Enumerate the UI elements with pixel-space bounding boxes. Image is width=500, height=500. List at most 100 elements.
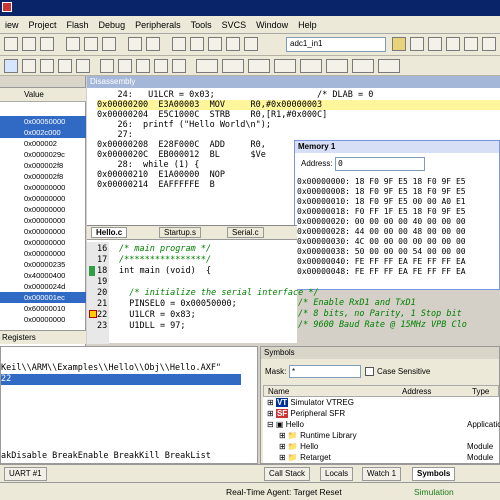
memory-line[interactable]: 0x00000048: FE FF FF EA FE FF FF EA [297, 267, 466, 277]
copy-icon[interactable] [84, 37, 98, 51]
serial-window-icon[interactable] [274, 59, 296, 73]
code-line[interactable]: U1LCR = 0x83; [119, 310, 196, 320]
disassembly-line[interactable]: 0x00000208 E28F000C ADD R0, [97, 140, 266, 150]
save-icon[interactable] [40, 37, 54, 51]
tab-call-stack[interactable]: Call Stack [264, 467, 311, 481]
command-window-icon[interactable] [118, 59, 132, 73]
register-row[interactable]: 0x00000000 [0, 314, 86, 325]
disassembly-line-current[interactable]: 0x00000200 E3A00003 MOV R0,#0x00000003 [97, 100, 500, 110]
tab-startup-s[interactable]: Startup.s [159, 227, 202, 238]
step-into-icon[interactable] [22, 59, 36, 73]
trace-window-icon[interactable] [326, 59, 348, 73]
register-row[interactable]: 0x000001ec [0, 292, 86, 303]
indent-icon[interactable] [226, 37, 240, 51]
memory-line[interactable]: 0x00000000: 18 F0 9F E5 18 F0 9F E5 [297, 177, 466, 187]
code-line[interactable]: /* main program */ [119, 244, 211, 254]
code-line[interactable]: PINSEL0 = 0x00050000; [119, 299, 236, 309]
menu-svcs[interactable]: SVCS [217, 20, 252, 30]
disassembly-line[interactable]: 0x0000020C EB000012 BL $Ve [97, 150, 266, 160]
memory-line[interactable]: 0x00000010: 18 F0 9F E5 00 00 A0 E1 [297, 197, 466, 207]
configure-icon[interactable] [446, 37, 460, 51]
tab-locals[interactable]: Locals [320, 467, 354, 481]
memory-line[interactable]: 0x00000018: F0 FF 1F E5 18 F0 9F E5 [297, 207, 466, 217]
run-icon[interactable] [428, 37, 442, 51]
address-column-header[interactable]: Address [402, 387, 431, 396]
tools-icon[interactable] [482, 37, 496, 51]
memory-window-icon[interactable] [248, 59, 270, 73]
unindent-icon[interactable] [244, 37, 258, 51]
code-line[interactable]: int main (void) { [119, 266, 211, 276]
value-column-header[interactable]: Value [24, 90, 44, 99]
code-line[interactable]: U1DLL = 97; [119, 321, 185, 331]
watch-window-icon[interactable] [222, 59, 244, 73]
memory-line[interactable]: 0x00000020: 00 00 00 00 40 00 00 00 [297, 217, 466, 227]
register-row[interactable]: 0x00000000 [0, 226, 86, 237]
bookmark-icon[interactable] [172, 37, 186, 51]
register-row[interactable]: 0x00000235 [0, 259, 86, 270]
register-row[interactable]: 0x0000029c [0, 149, 86, 160]
menu-project[interactable]: Project [24, 20, 62, 30]
register-row[interactable]: 0x000002 [0, 138, 86, 149]
disassembly-line[interactable]: 27: [97, 130, 132, 140]
find-in-files-icon[interactable] [392, 37, 406, 51]
register-row[interactable]: 0x00000000 [0, 182, 86, 193]
step-out-icon[interactable] [58, 59, 72, 73]
register-row[interactable]: 0x000002f8 [0, 160, 86, 171]
register-row[interactable]: 0x00000000 [0, 237, 86, 248]
paste-icon[interactable] [102, 37, 116, 51]
menu-view[interactable]: iew [0, 20, 24, 30]
case-sensitive-checkbox[interactable] [365, 367, 374, 376]
type-column-header[interactable]: Type [472, 387, 489, 396]
show-next-statement-icon[interactable] [100, 59, 114, 73]
find-next-icon[interactable] [208, 37, 222, 51]
open-file-icon[interactable] [22, 37, 36, 51]
mask-input[interactable]: * [289, 365, 361, 378]
analysis-window-icon[interactable] [300, 59, 322, 73]
disassembly-line[interactable]: 0x00000214 EAFFFFFE B [97, 180, 215, 190]
cut-icon[interactable] [66, 37, 80, 51]
step-over-icon[interactable] [40, 59, 54, 73]
tab-symbols[interactable]: Symbols [412, 467, 456, 481]
menu-peripherals[interactable]: Peripherals [130, 20, 186, 30]
register-row[interactable]: 0x00000000 [0, 193, 86, 204]
menu-tools[interactable]: Tools [186, 20, 217, 30]
registers-window-icon[interactable] [172, 59, 186, 73]
register-row[interactable]: 0x60000010 [0, 303, 86, 314]
call-stack-icon[interactable] [196, 59, 218, 73]
system-viewer-icon[interactable] [352, 59, 374, 73]
memory-line[interactable]: 0x00000038: 50 00 00 00 54 00 00 00 [297, 247, 466, 257]
disassembly-line[interactable]: 24: U1LCR = 0x03; /* DLAB = 0 [97, 90, 373, 100]
menu-flash[interactable]: Flash [62, 20, 94, 30]
disassembly-line[interactable]: 0x00000210 E1A00000 NOP [97, 170, 225, 180]
code-line[interactable]: /****************/ [119, 255, 211, 265]
command-output-line-selected[interactable]: 22 [1, 374, 241, 385]
redo-icon[interactable] [146, 37, 160, 51]
memory-line[interactable]: 0x00000030: 4C 00 00 00 00 00 00 00 [297, 237, 466, 247]
tab-registers[interactable]: Registers [0, 330, 86, 344]
new-file-icon[interactable] [4, 37, 18, 51]
undo-icon[interactable] [128, 37, 142, 51]
register-row[interactable]: 0x40000400 [0, 270, 86, 281]
register-row[interactable]: 0x000002f8 [0, 171, 86, 182]
help-icon[interactable] [464, 37, 478, 51]
disassembly-line[interactable]: 28: while (1) { [97, 160, 199, 170]
tab-uart1[interactable]: UART #1 [4, 467, 47, 481]
register-row[interactable]: 0x00050000 [0, 116, 86, 127]
run-to-cursor-icon[interactable] [76, 59, 90, 73]
disassembly-window-icon[interactable] [136, 59, 150, 73]
command-prompt[interactable]: akDisable BreakEnable BreakKill BreakLis… [1, 451, 257, 463]
memory-line[interactable]: 0x00000028: 44 00 00 00 48 00 00 00 [297, 227, 466, 237]
code-line[interactable]: /* initialize the serial interface */ [119, 288, 318, 298]
menu-window[interactable]: Window [251, 20, 293, 30]
menu-help[interactable]: Help [293, 20, 322, 30]
register-row[interactable]: 0x002c000 [0, 127, 86, 138]
reset-icon[interactable] [4, 59, 18, 73]
memory-line[interactable]: 0x00000040: FE FF FF EA FE FF FF EA [297, 257, 466, 267]
tree-item[interactable]: ⊞ 📁 Retarget Module [279, 452, 500, 464]
toolbox-icon[interactable] [378, 59, 400, 73]
tab-hello-c[interactable]: Hello.c [91, 227, 128, 238]
debug-session-icon[interactable] [410, 37, 424, 51]
address-input[interactable]: 0 [335, 157, 425, 171]
register-row[interactable]: 0x00000000 [0, 215, 86, 226]
tab-serial-c[interactable]: Serial.c [227, 227, 264, 238]
